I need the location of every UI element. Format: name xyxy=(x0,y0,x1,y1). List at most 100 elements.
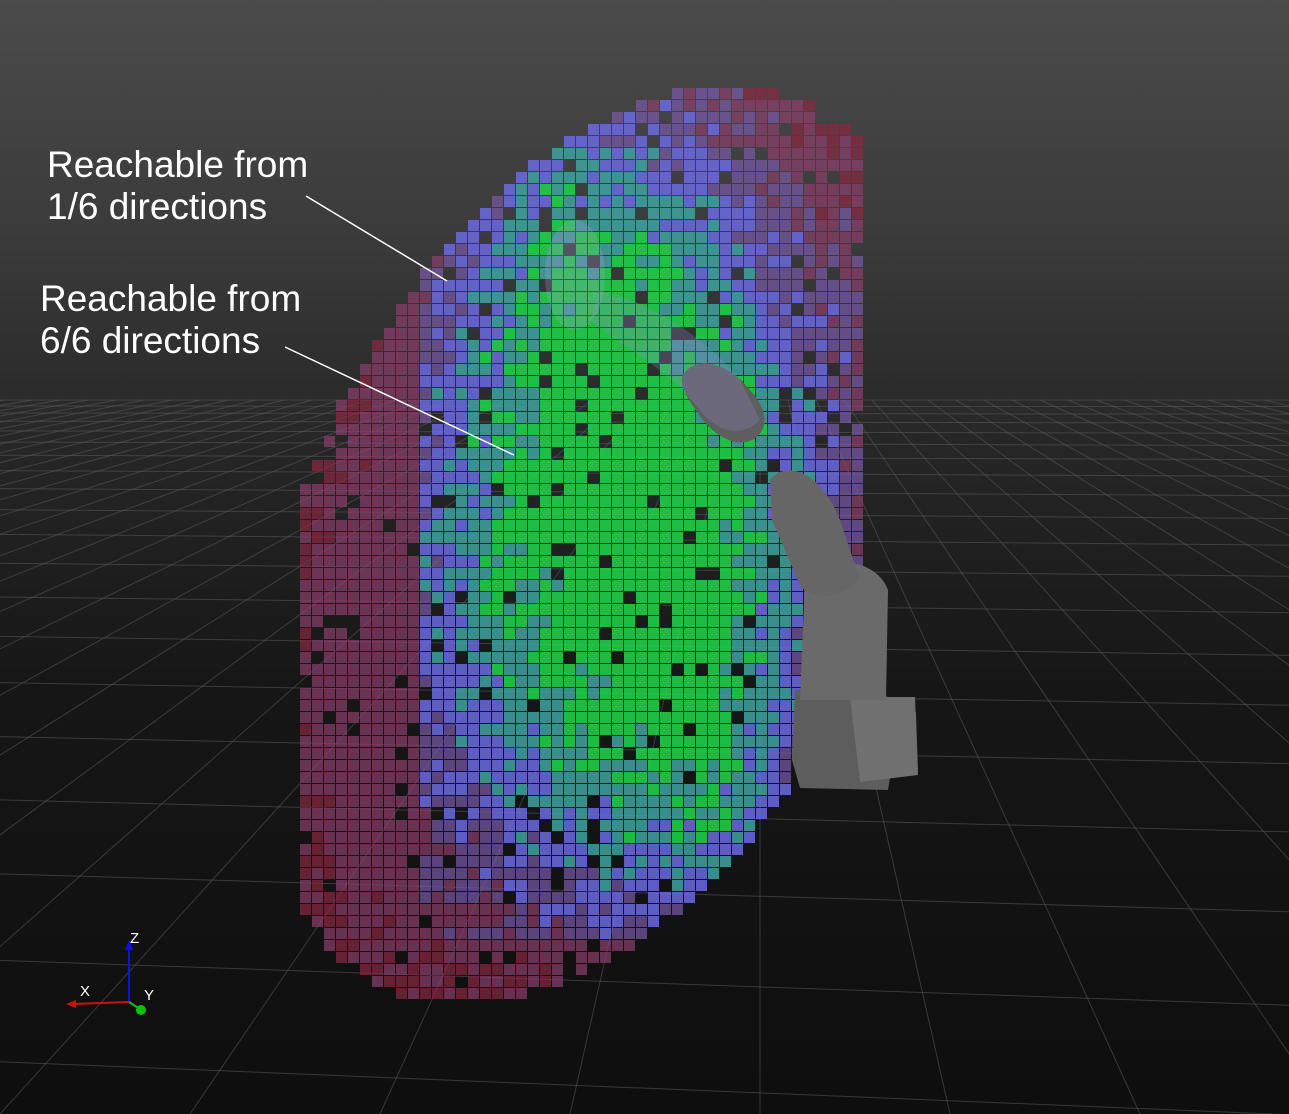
voxel xyxy=(624,760,635,771)
voxel xyxy=(720,112,731,123)
voxel xyxy=(420,472,431,483)
voxel xyxy=(504,400,515,411)
voxel xyxy=(564,880,575,891)
voxel xyxy=(804,436,815,447)
voxel xyxy=(528,856,539,867)
voxel xyxy=(852,148,863,159)
voxel xyxy=(468,760,479,771)
voxel xyxy=(360,676,371,687)
voxel xyxy=(348,604,359,615)
voxel xyxy=(540,436,551,447)
voxel xyxy=(660,232,671,243)
voxel xyxy=(552,652,563,663)
voxel xyxy=(708,784,719,795)
voxel xyxy=(552,808,563,819)
voxel xyxy=(312,688,323,699)
voxel xyxy=(576,544,587,555)
grid-line xyxy=(0,399,509,650)
voxel xyxy=(372,424,383,435)
voxel xyxy=(384,664,395,675)
voxel xyxy=(636,916,647,927)
voxel xyxy=(432,304,443,315)
voxel xyxy=(480,808,491,819)
voxel xyxy=(528,556,539,567)
voxel xyxy=(312,676,323,687)
voxel xyxy=(336,832,347,843)
voxel xyxy=(660,736,671,747)
voxel xyxy=(492,676,503,687)
voxel xyxy=(840,352,851,363)
voxel xyxy=(552,688,563,699)
voxel xyxy=(576,964,587,975)
voxel xyxy=(660,580,671,591)
voxel xyxy=(504,796,515,807)
voxel xyxy=(384,700,395,711)
voxel xyxy=(384,592,395,603)
voxel xyxy=(516,700,527,711)
voxel xyxy=(324,856,335,867)
voxel xyxy=(504,664,515,675)
voxel xyxy=(552,472,563,483)
voxel xyxy=(648,868,659,879)
voxel xyxy=(492,916,503,927)
voxel xyxy=(504,520,515,531)
voxel xyxy=(504,244,515,255)
voxel xyxy=(384,616,395,627)
voxel xyxy=(540,484,551,495)
voxel xyxy=(708,256,719,267)
voxel xyxy=(624,916,635,927)
voxel xyxy=(792,388,803,399)
voxel xyxy=(612,772,623,783)
voxel xyxy=(744,544,755,555)
voxel xyxy=(396,484,407,495)
voxel xyxy=(528,736,539,747)
voxel xyxy=(636,520,647,531)
voxel xyxy=(780,352,791,363)
voxel xyxy=(732,844,743,855)
voxel xyxy=(588,592,599,603)
voxel xyxy=(624,220,635,231)
3d-viewport[interactable]: Reachable from 1/6 directions Reachable … xyxy=(0,0,1289,1114)
voxel xyxy=(624,628,635,639)
voxel xyxy=(492,280,503,291)
voxel xyxy=(564,832,575,843)
voxel xyxy=(504,376,515,387)
voxel xyxy=(696,304,707,315)
voxel xyxy=(780,580,791,591)
voxel xyxy=(540,904,551,915)
voxel xyxy=(564,700,575,711)
voxel xyxy=(636,184,647,195)
voxel xyxy=(528,880,539,891)
voxel xyxy=(384,676,395,687)
voxel xyxy=(624,556,635,567)
voxel xyxy=(360,952,371,963)
voxel xyxy=(396,736,407,747)
voxel xyxy=(660,148,671,159)
voxel xyxy=(600,352,611,363)
voxel xyxy=(756,796,767,807)
voxel xyxy=(672,100,683,111)
voxel xyxy=(600,184,611,195)
voxel xyxy=(372,364,383,375)
voxel xyxy=(540,592,551,603)
voxel xyxy=(684,496,695,507)
voxel xyxy=(636,196,647,207)
voxel xyxy=(612,736,623,747)
voxel xyxy=(720,568,731,579)
voxel xyxy=(408,892,419,903)
voxel xyxy=(684,844,695,855)
voxel xyxy=(624,904,635,915)
voxel xyxy=(456,988,467,999)
voxel xyxy=(624,352,635,363)
voxel xyxy=(408,736,419,747)
voxel xyxy=(636,172,647,183)
voxel xyxy=(684,280,695,291)
voxel xyxy=(564,784,575,795)
voxel xyxy=(612,256,623,267)
voxel xyxy=(624,256,635,267)
voxel xyxy=(432,676,443,687)
voxel xyxy=(492,508,503,519)
voxel xyxy=(480,220,491,231)
voxel xyxy=(588,916,599,927)
voxel xyxy=(756,496,767,507)
